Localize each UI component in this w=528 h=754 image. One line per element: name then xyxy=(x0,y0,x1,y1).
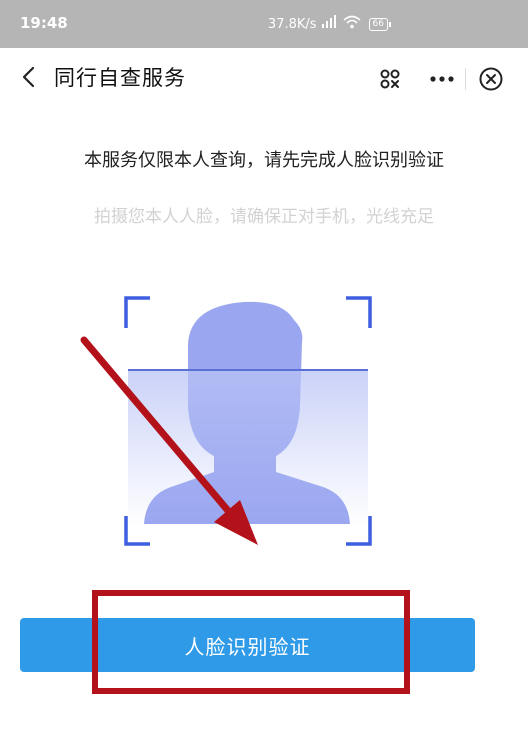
close-button[interactable] xyxy=(476,64,506,94)
back-button[interactable] xyxy=(14,62,44,92)
close-circle-icon xyxy=(479,67,503,91)
status-bar: 19:48 37.8K/s 66 xyxy=(0,0,528,48)
page-title: 同行自查服务 xyxy=(54,66,186,90)
signal-icon xyxy=(321,15,339,33)
face-capture-frame xyxy=(124,296,372,546)
face-verify-button[interactable]: 人脸识别验证 xyxy=(20,618,475,672)
scan-button[interactable] xyxy=(375,64,405,94)
battery-icon: 66 xyxy=(368,17,392,31)
scan-glow xyxy=(128,370,368,526)
more-icon xyxy=(430,76,454,82)
more-button[interactable] xyxy=(427,64,457,94)
wifi-icon xyxy=(343,15,361,33)
nav-actions xyxy=(375,64,506,94)
nav-divider xyxy=(465,68,466,90)
status-time: 19:48 xyxy=(20,14,68,32)
nav-bar: 同行自查服务 xyxy=(0,48,528,108)
scan-icon xyxy=(380,69,400,89)
capture-hint: 拍摄您本人人脸，请确保正对手机，光线充足 xyxy=(94,207,434,227)
verification-prompt: 本服务仅限本人查询，请先完成人脸识别验证 xyxy=(84,150,444,171)
status-indicators: 37.8K/s 66 xyxy=(267,15,392,33)
back-arrow-icon xyxy=(22,66,35,88)
network-speed: 37.8K/s xyxy=(267,16,317,32)
